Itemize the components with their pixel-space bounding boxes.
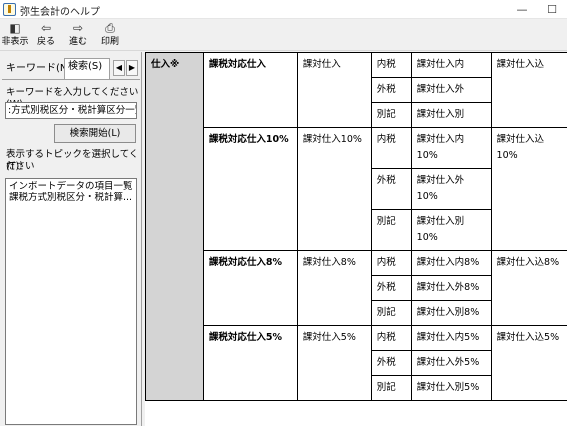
toolbar: ◧ 非表示 ⇦ 戻る ⇨ 進む ⎙ 印刷 [0,20,567,51]
title-bar: 弥生会計のヘルプ — ☐ [0,0,567,19]
forward-arrow-icon: ⇨ [72,21,84,35]
tax-kind-cell: 外税 [370,77,412,103]
hide-label: 非表示 [1,37,29,47]
print-label: 印刷 [100,37,119,47]
forward-button[interactable]: ⇨ 進む [66,21,90,50]
tax-kind-cell: 内税 [370,325,412,351]
topic-label-shortcut: (T): [6,161,23,172]
group-name-cell: 課税対応仕入8% [202,250,298,326]
item-cell: 課対仕入10% [296,127,372,251]
group-name-cell: 課税対応仕入 [202,52,298,128]
hide-icon: ◧ [9,21,21,35]
search-panel: キーワードを入力してください(W): :方式別税区分・税計算区分一覧 検索開始(… [2,79,140,425]
sub-item-cell: 課対仕入内 10% [410,127,492,169]
forward-label: 進む [68,37,87,47]
category-cell: 仕入※ [145,52,204,401]
table-row: 課税対応仕入5% 課対仕入5% 内税 課対仕入内5% 課対仕入込5% [146,325,567,401]
window-title: 弥生会計のヘルプ [20,7,100,18]
sub-item-cell: 課対仕入別5% [410,375,492,401]
printer-icon: ⎙ [105,21,115,35]
print-button[interactable]: ⎙ 印刷 [98,21,122,50]
group-name-cell: 課税対応仕入5% [202,325,298,401]
topic-list-item[interactable]: 課税方式別税区分・税計算... [9,192,133,203]
sub-item-cell: 課対仕入内 [410,52,492,78]
sub-item-cell: 課対仕入別 10% [410,209,492,251]
sub-item-cell: 課対仕入内5% [410,325,492,351]
item-cell: 課対仕入 [296,52,372,128]
tax-kind-cell: 別記 [370,102,412,128]
summary-cell: 課対仕入込5% [490,325,567,401]
sub-item-cell: 課対仕入外5% [410,350,492,376]
tax-kind-cell: 別記 [370,300,412,326]
item-cell: 課対仕入5% [296,325,372,401]
tax-kind-cell: 外税 [370,350,412,376]
group-name-cell: 課税対応仕入10% [202,127,298,251]
search-start-button[interactable]: 検索開始(L) [54,124,136,143]
summary-cell: 課対仕入込 [490,52,567,128]
hide-button[interactable]: ◧ 非表示 [1,21,29,50]
table-row: 課税対応仕入8% 課対仕入8% 内税 課対仕入内8% 課対仕入込8% [146,250,567,326]
sub-item-cell: 課対仕入別8% [410,300,492,326]
sub-item-cell: 課対仕入別 [410,102,492,128]
tax-kind-cell: 外税 [370,168,412,210]
topic-list[interactable]: インポートデータの項目一覧 課税方式別税区分・税計算... [5,178,137,425]
tab-scroll-right-icon[interactable]: ▶ [126,60,138,76]
back-label: 戻る [36,37,55,47]
summary-cell: 課対仕入込8% [490,250,567,326]
back-button[interactable]: ⇦ 戻る [34,21,58,50]
maximize-button[interactable]: ☐ [537,0,567,19]
item-cell: 課対仕入8% [296,250,372,326]
tax-category-table: 仕入※ 課税対応仕入 課対仕入 内税 課対仕入内 課対仕入込 外税 課対仕入外 別記 課対仕入別課… [145,52,567,401]
tab-scroll-left-icon[interactable]: ◀ [113,60,125,76]
tax-kind-cell: 別記 [370,209,412,251]
table-row: 課税対応仕入10% 課対仕入10% 内税 課対仕入内 10% 課対仕入込 10% [146,127,567,251]
sub-item-cell: 課対仕入外 10% [410,168,492,210]
back-arrow-icon: ⇦ [40,21,52,35]
keyword-input[interactable]: :方式別税区分・税計算区分一覧 [5,102,137,119]
sub-item-cell: 課対仕入内8% [410,250,492,276]
summary-cell: 課対仕入込 10% [490,127,567,251]
topic-list-item[interactable]: インポートデータの項目一覧 [9,181,133,192]
topic-label: 表示するトピックを選択してください [6,149,139,172]
tax-kind-cell: 外税 [370,275,412,301]
sub-item-cell: 課対仕入外8% [410,275,492,301]
tax-kind-cell: 別記 [370,375,412,401]
tax-kind-cell: 内税 [370,52,412,78]
tab-search[interactable]: 検索(S) [64,58,110,79]
help-app-icon [3,3,16,16]
sub-item-cell: 課対仕入外 [410,77,492,103]
table-row: 仕入※ 課税対応仕入 課対仕入 内税 課対仕入内 課対仕入込 [145,52,567,401]
minimize-button[interactable]: — [507,0,537,19]
help-content-pane: 仕入※ 課税対応仕入 課対仕入 内税 課対仕入内 課対仕入込 外税 課対仕入外 別記 課対仕入別課… [145,52,567,426]
navigation-pane: キーワード(N) 検索(S) ◀ ▶ キーワードを入力してください(W): :方… [0,52,142,426]
tax-kind-cell: 内税 [370,127,412,169]
tax-kind-cell: 内税 [370,250,412,276]
nav-tabs: キーワード(N) 検索(S) ◀ ▶ [0,58,140,79]
